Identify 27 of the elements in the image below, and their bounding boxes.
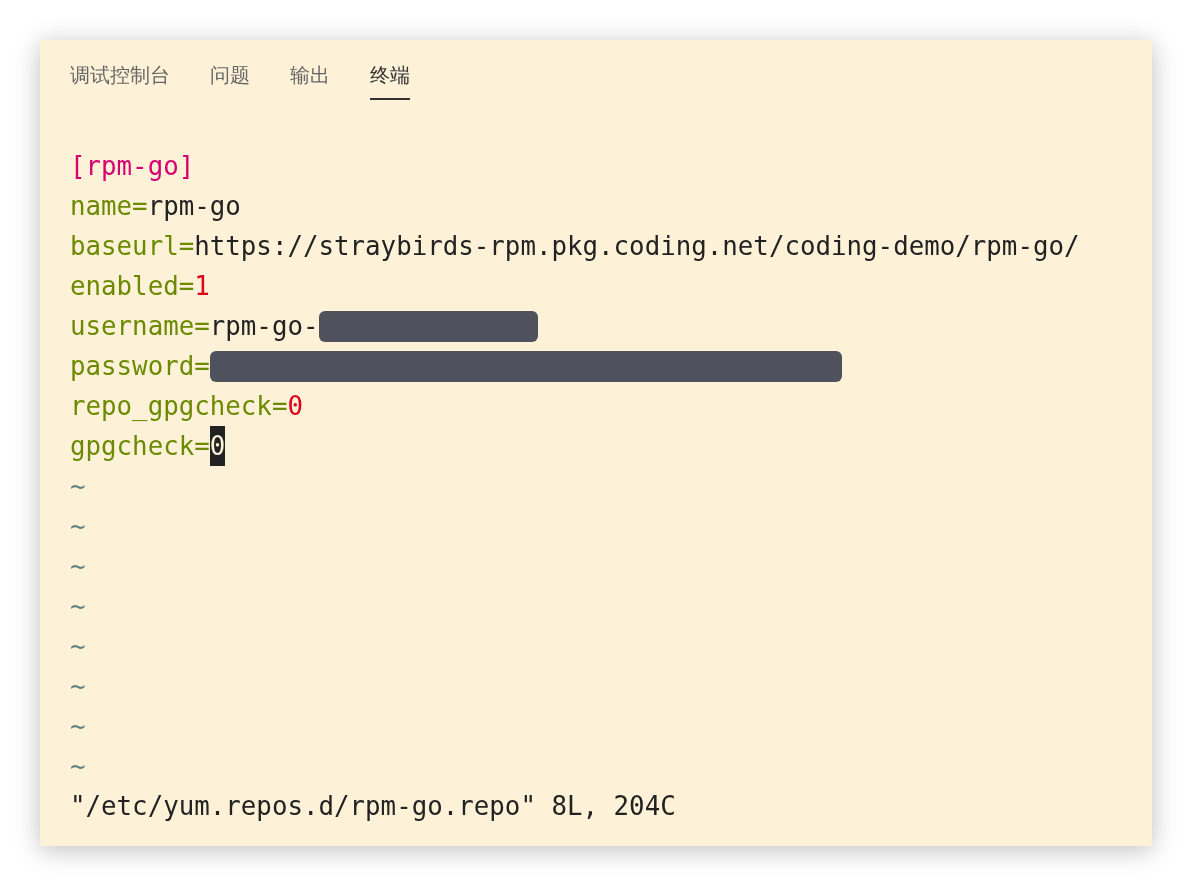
config-key: password=: [70, 346, 210, 386]
config-key: baseurl=: [70, 226, 195, 266]
empty-line-marker: ~: [70, 590, 86, 623]
text-cursor: 0: [209, 426, 226, 466]
config-value: rpm-go: [147, 190, 241, 223]
config-value: rpm-go-: [209, 310, 319, 343]
empty-line-marker: ~: [70, 630, 86, 663]
panel-tab[interactable]: 输出: [290, 60, 330, 100]
number-value: 0: [287, 390, 303, 423]
empty-line-marker: ~: [70, 710, 86, 743]
config-value: https://straybirds-rpm.pkg.coding.net/coding-demo/rpm-go/: [194, 230, 1080, 263]
config-key: repo_gpgcheck=: [70, 386, 288, 426]
empty-line-marker: ~: [70, 470, 86, 503]
config-key: enabled=: [70, 266, 195, 306]
number-value: 1: [194, 270, 210, 303]
empty-line-marker: ~: [70, 750, 86, 783]
empty-line-marker: ~: [70, 510, 86, 543]
panel-tab[interactable]: 终端: [370, 60, 410, 100]
config-key: username=: [70, 306, 210, 346]
panel-tab[interactable]: 调试控制台: [70, 60, 170, 100]
config-key: gpgcheck=: [70, 426, 210, 466]
section-header: [rpm-go]: [70, 150, 195, 183]
empty-line-marker: ~: [70, 670, 86, 703]
config-value: "/etc/yum.repos.d/rpm-go.repo" 8L, 204C: [70, 790, 676, 823]
empty-line-marker: ~: [70, 550, 86, 583]
config-key: name=: [70, 186, 148, 226]
panel-tab[interactable]: 问题: [210, 60, 250, 100]
